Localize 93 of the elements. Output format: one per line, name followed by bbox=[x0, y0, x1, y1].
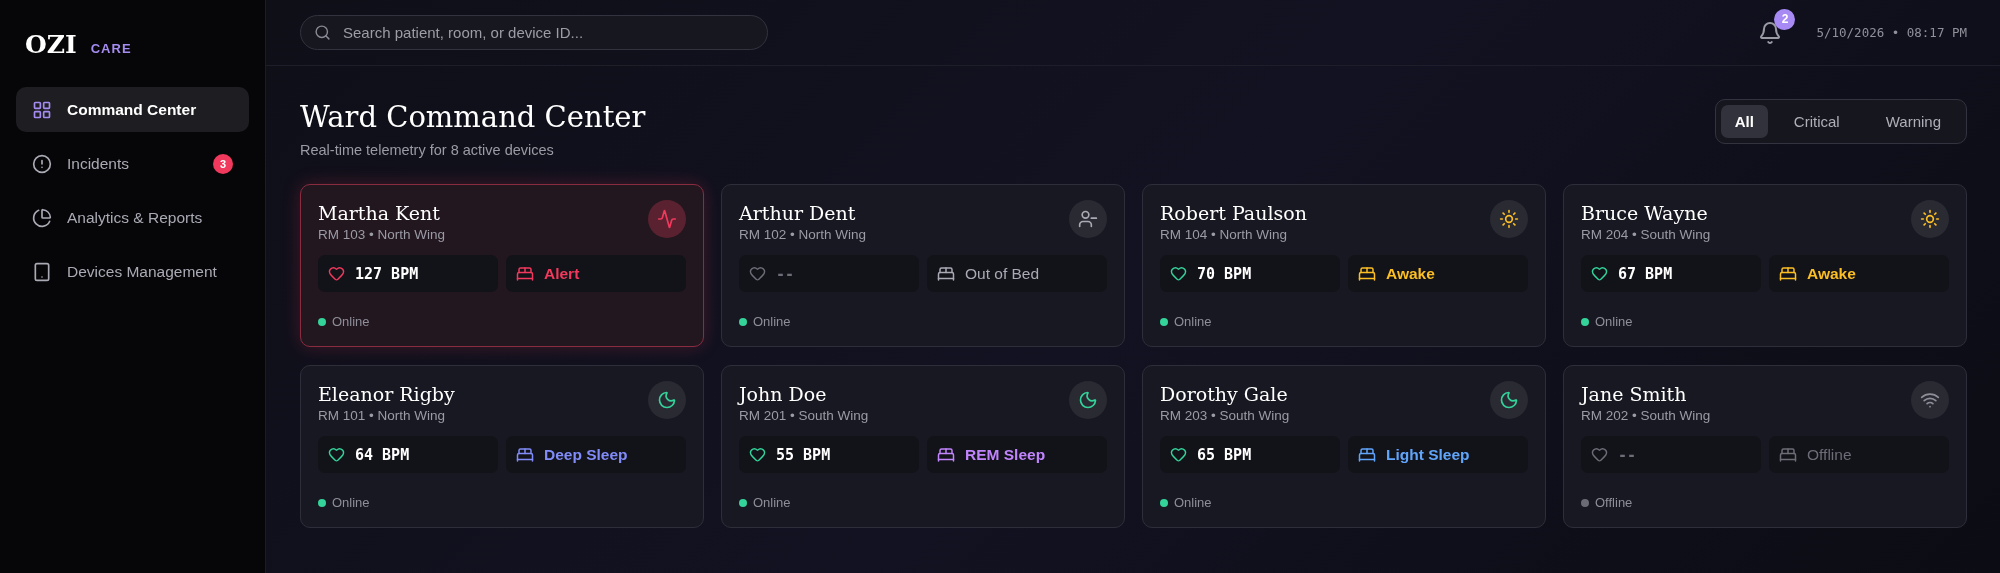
patient-name: Martha Kent bbox=[318, 202, 441, 224]
bed-state: Offline bbox=[1807, 445, 1852, 464]
patient-name: Jane Smith bbox=[1581, 383, 1688, 405]
count-badge: 3 bbox=[213, 153, 233, 174]
person-minus-icon bbox=[1069, 200, 1107, 238]
patient-name: Robert Paulson bbox=[1160, 202, 1307, 224]
bed-icon bbox=[937, 445, 955, 464]
connection-status: Online bbox=[1174, 495, 1212, 510]
room-label: RM 101 • North Wing bbox=[318, 408, 447, 423]
patient-card[interactable]: John Doe RM 201 • South Wing 55 BPM REM Sleep Online bbox=[721, 365, 1125, 528]
heart-icon bbox=[328, 265, 345, 282]
moon-icon bbox=[648, 381, 686, 419]
patient-card[interactable]: Eleanor Rigby RM 101 • North Wing 64 BPM Deep Sleep Online bbox=[300, 365, 704, 528]
brand-logo: OZI bbox=[25, 30, 77, 59]
bed-icon bbox=[1358, 264, 1376, 283]
filter-tab[interactable]: Warning bbox=[1865, 105, 1961, 138]
page-subtitle: Real-time telemetry for 8 active devices bbox=[300, 142, 555, 158]
pulse-icon bbox=[648, 200, 686, 238]
search-icon bbox=[314, 24, 331, 41]
filter-tab[interactable]: All bbox=[1720, 105, 1768, 138]
nav-item[interactable]: Incidents 3 bbox=[16, 141, 249, 186]
moon-icon bbox=[1490, 381, 1528, 419]
page-title: Ward Command Center bbox=[300, 100, 646, 134]
notification-badge: 2 bbox=[1774, 8, 1796, 30]
heart-rate: 65 BPM bbox=[1197, 445, 1252, 464]
patient-card[interactable]: Dorothy Gale RM 203 • South Wing 65 BPM Light Sleep Online bbox=[1142, 365, 1546, 528]
room-label: RM 203 • South Wing bbox=[1160, 408, 1290, 423]
patient-name: Bruce Wayne bbox=[1581, 202, 1709, 224]
connection-status: Online bbox=[1174, 314, 1212, 329]
date-time: 5/10/2026 • 08:17 PM bbox=[1816, 25, 1967, 40]
room-label: RM 202 • South Wing bbox=[1581, 408, 1711, 423]
bed-icon bbox=[1779, 264, 1797, 283]
filter-tab[interactable]: Critical bbox=[1773, 105, 1860, 138]
heart-rate: 55 BPM bbox=[776, 445, 831, 464]
heart-icon bbox=[1591, 265, 1608, 282]
heart-rate: -- bbox=[776, 264, 795, 283]
connection-status: Online bbox=[332, 314, 370, 329]
patient-name: John Doe bbox=[739, 383, 828, 405]
bed-icon bbox=[516, 264, 534, 283]
bed-icon bbox=[937, 264, 955, 283]
alert-icon bbox=[32, 153, 52, 174]
nav-item[interactable]: Devices Management bbox=[16, 249, 249, 294]
bed-state: Awake bbox=[1807, 264, 1856, 283]
nav-item[interactable]: Command Center bbox=[16, 87, 249, 132]
heart-icon bbox=[749, 265, 766, 282]
pie-chart-icon bbox=[32, 207, 52, 228]
heart-rate: -- bbox=[1618, 445, 1637, 464]
bed-state: REM Sleep bbox=[965, 445, 1046, 464]
bed-state: Alert bbox=[544, 264, 580, 283]
bell-icon[interactable] bbox=[1758, 20, 1783, 45]
patient-name: Dorothy Gale bbox=[1160, 383, 1289, 405]
bed-icon bbox=[516, 445, 534, 464]
moon-icon bbox=[1069, 381, 1107, 419]
heart-icon bbox=[328, 446, 345, 463]
room-label: RM 102 • North Wing bbox=[739, 227, 867, 242]
wifi-icon bbox=[1911, 381, 1949, 419]
patient-card[interactable]: Robert Paulson RM 104 • North Wing 70 BPM Awake Online bbox=[1142, 184, 1546, 347]
heart-rate: 64 BPM bbox=[355, 445, 410, 464]
bed-state: Deep Sleep bbox=[544, 445, 628, 464]
heart-rate: 127 BPM bbox=[355, 264, 419, 283]
connection-status: Online bbox=[332, 495, 370, 510]
search-field[interactable]: Search patient, room, or device ID... bbox=[300, 15, 768, 50]
room-label: RM 104 • North Wing bbox=[1160, 227, 1289, 242]
bed-icon bbox=[1779, 445, 1797, 464]
connection-status: Online bbox=[1595, 314, 1633, 329]
heart-icon bbox=[1170, 265, 1187, 282]
nav-item[interactable]: Analytics & Reports bbox=[16, 195, 249, 240]
heart-icon bbox=[1170, 446, 1187, 463]
room-label: RM 204 • South Wing bbox=[1581, 227, 1711, 242]
patient-name: Arthur Dent bbox=[739, 202, 857, 224]
tablet-icon bbox=[32, 261, 52, 282]
heart-rate: 70 BPM bbox=[1197, 264, 1252, 283]
patient-name: Eleanor Rigby bbox=[318, 383, 455, 405]
patient-card[interactable]: Arthur Dent RM 102 • North Wing -- Out of Bed Online bbox=[721, 184, 1125, 347]
sun-icon bbox=[1911, 200, 1949, 238]
bed-icon bbox=[1358, 445, 1376, 464]
grid-icon bbox=[32, 99, 52, 120]
bed-state: Awake bbox=[1386, 264, 1435, 283]
heart-rate: 67 BPM bbox=[1618, 264, 1673, 283]
connection-status: Offline bbox=[1595, 495, 1633, 510]
patient-card[interactable]: Bruce Wayne RM 204 • South Wing 67 BPM Awake Online bbox=[1563, 184, 1967, 347]
connection-status: Online bbox=[753, 495, 791, 510]
patient-card[interactable]: Jane Smith RM 202 • South Wing -- Offline Offline bbox=[1563, 365, 1967, 528]
heart-icon bbox=[749, 446, 766, 463]
heart-icon bbox=[1591, 446, 1608, 463]
room-label: RM 103 • North Wing bbox=[318, 227, 446, 242]
room-label: RM 201 • South Wing bbox=[739, 408, 869, 423]
bed-state: Light Sleep bbox=[1386, 445, 1470, 464]
connection-status: Online bbox=[753, 314, 791, 329]
brand-tag: CARE bbox=[90, 41, 132, 56]
bed-state: Out of Bed bbox=[965, 264, 1040, 283]
sun-icon bbox=[1490, 200, 1528, 238]
patient-card[interactable]: Martha Kent RM 103 • North Wing 127 BPM Alert Online bbox=[300, 184, 704, 347]
